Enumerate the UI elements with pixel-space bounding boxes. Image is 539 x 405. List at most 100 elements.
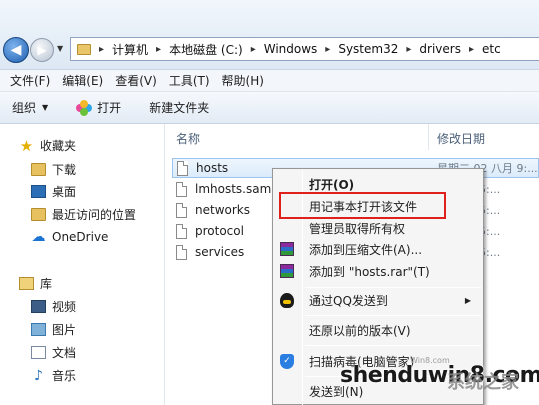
breadcrumb-drivers[interactable]: drivers xyxy=(419,42,461,56)
caret-down-icon: ▼ xyxy=(42,103,49,112)
nav-desktop[interactable]: 桌面 xyxy=(31,183,76,200)
column-divider[interactable] xyxy=(428,124,429,150)
menu-help[interactable]: 帮助(H) xyxy=(216,72,270,89)
breadcrumb-etc[interactable]: etc xyxy=(482,42,501,56)
column-headers: 名称 修改日期 xyxy=(166,124,539,150)
breadcrumb-local-disk[interactable]: 本地磁盘 (C:) xyxy=(169,41,243,58)
ctx-restore-prev-label: 还原以前的版本(V) xyxy=(309,323,411,338)
back-arrow-icon: ◀ xyxy=(10,42,22,58)
music-note-icon: ♪ xyxy=(34,367,43,384)
nav-music-label: 音乐 xyxy=(52,369,77,383)
nav-onedrive[interactable]: ☁ OneDrive xyxy=(31,229,109,245)
breadcrumb-windows[interactable]: Windows xyxy=(264,42,318,56)
folder-icon xyxy=(77,43,91,55)
ctx-add-hosts-rar[interactable]: 添加到 "hosts.rar"(T) xyxy=(275,260,481,282)
menu-view[interactable]: 查看(V) xyxy=(109,72,163,89)
open-button[interactable]: 打开 xyxy=(76,99,121,116)
watermark-cn: 系统之家 xyxy=(447,372,519,393)
blank-icon xyxy=(279,220,295,236)
blank-icon xyxy=(279,176,295,192)
file-icon xyxy=(176,244,187,260)
menu-edit[interactable]: 编辑(E) xyxy=(56,72,109,89)
app-clover-icon xyxy=(76,99,93,116)
forward-arrow-icon: ▶ xyxy=(37,43,47,57)
chevron-right-icon[interactable]: ▸ xyxy=(251,44,256,55)
star-icon: ★ xyxy=(19,136,34,155)
address-area: ◀ ▶ ▼ ▸ 计算机 ▸ 本地磁盘 (C:) ▸ Windows ▸ Syst… xyxy=(0,0,539,70)
breadcrumb-system32[interactable]: System32 xyxy=(338,42,398,56)
nav-downloads-label: 下载 xyxy=(52,163,77,177)
winrar-icon xyxy=(279,263,295,279)
file-icon xyxy=(176,223,187,239)
nav-pictures[interactable]: 图片 xyxy=(31,321,76,338)
nav-documents-label: 文档 xyxy=(52,346,77,360)
blank-icon xyxy=(279,383,295,399)
file-icon xyxy=(176,181,187,197)
ctx-send-qq[interactable]: 通过QQ发送到 ▶ xyxy=(275,289,481,311)
navigation-pane: ★ 收藏夹 下载 桌面 最近访问的位置 ☁ OneDrive 库 视频 图片 文… xyxy=(0,124,165,405)
file-name: networks xyxy=(195,203,250,217)
file-name: services xyxy=(195,245,245,259)
blank-icon xyxy=(279,322,295,338)
menu-file[interactable]: 文件(F) xyxy=(4,72,56,89)
nav-recent-label: 最近访问的位置 xyxy=(52,208,137,222)
nav-libraries[interactable]: 库 xyxy=(19,275,52,292)
qq-penguin-icon xyxy=(279,292,295,308)
picture-icon xyxy=(31,323,46,336)
nav-libraries-label: 库 xyxy=(40,277,53,291)
nav-onedrive-label: OneDrive xyxy=(52,230,109,244)
nav-favorites-label: 收藏夹 xyxy=(40,139,77,153)
ctx-add-archive-label: 添加到压缩文件(A)... xyxy=(309,242,423,257)
address-bar[interactable]: ▸ 计算机 ▸ 本地磁盘 (C:) ▸ Windows ▸ System32 ▸… xyxy=(70,37,539,61)
recent-places-icon xyxy=(31,208,46,221)
menu-separator xyxy=(305,315,481,316)
menu-separator xyxy=(305,287,481,288)
ctx-admin-ownership-label: 管理员取得所有权 xyxy=(309,221,406,236)
column-header-name[interactable]: 名称 xyxy=(176,130,200,147)
nav-recent[interactable]: 最近访问的位置 xyxy=(31,206,136,223)
open-label: 打开 xyxy=(97,101,122,115)
ctx-send-qq-label: 通过QQ发送到 xyxy=(309,293,388,308)
organize-label: 组织 xyxy=(12,101,37,115)
download-folder-icon xyxy=(31,163,46,176)
nav-videos-label: 视频 xyxy=(52,300,77,314)
ctx-restore-prev[interactable]: 还原以前的版本(V) xyxy=(275,319,481,341)
nav-videos[interactable]: 视频 xyxy=(31,298,76,315)
nav-music[interactable]: ♪ 音乐 xyxy=(31,367,76,384)
video-icon xyxy=(31,300,46,313)
chevron-right-icon[interactable]: ▸ xyxy=(325,44,330,55)
ctx-add-archive[interactable]: 添加到压缩文件(A)... xyxy=(275,238,481,260)
chevron-right-icon[interactable]: ▸ xyxy=(406,44,411,55)
nav-favorites[interactable]: ★ 收藏夹 xyxy=(19,136,77,155)
nav-documents[interactable]: 文档 xyxy=(31,344,76,361)
ctx-open-label: 打开(O) xyxy=(309,177,355,192)
cloud-icon: ☁ xyxy=(31,229,46,245)
menu-separator xyxy=(305,345,481,346)
desktop-icon xyxy=(31,185,46,198)
new-folder-label: 新建文件夹 xyxy=(149,101,210,115)
file-name: lmhosts.sam xyxy=(195,182,272,196)
chevron-right-icon: ▸ xyxy=(99,43,105,55)
chevron-right-icon[interactable]: ▸ xyxy=(156,44,161,55)
organize-button[interactable]: 组织 ▼ xyxy=(12,99,48,116)
back-button[interactable]: ◀ xyxy=(3,37,29,63)
menu-tools[interactable]: 工具(T) xyxy=(163,72,216,89)
nav-pictures-label: 图片 xyxy=(52,323,77,337)
new-folder-button[interactable]: 新建文件夹 xyxy=(149,99,209,116)
chevron-right-icon[interactable]: ▸ xyxy=(469,44,474,55)
winrar-icon xyxy=(279,241,295,257)
column-header-date[interactable]: 修改日期 xyxy=(437,130,485,147)
document-icon xyxy=(31,346,46,359)
nav-downloads[interactable]: 下载 xyxy=(31,161,76,178)
ctx-admin-ownership[interactable]: 管理员取得所有权 xyxy=(275,217,481,239)
ctx-add-hosts-rar-label: 添加到 "hosts.rar"(T) xyxy=(309,264,430,279)
forward-button[interactable]: ▶ xyxy=(30,38,54,62)
history-dropdown-icon[interactable]: ▼ xyxy=(57,44,63,53)
menu-bar: 文件(F) 编辑(E) 查看(V) 工具(T) 帮助(H) xyxy=(0,70,539,92)
submenu-arrow-icon: ▶ xyxy=(464,295,471,305)
library-icon xyxy=(19,277,34,290)
file-name: hosts xyxy=(196,161,229,175)
file-name: protocol xyxy=(195,224,244,238)
file-icon xyxy=(177,160,188,176)
breadcrumb-computer[interactable]: 计算机 xyxy=(112,41,148,58)
